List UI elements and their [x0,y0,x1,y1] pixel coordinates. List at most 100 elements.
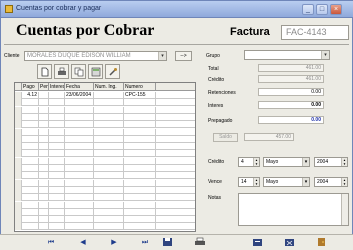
table-cell[interactable] [124,106,156,114]
table-cell[interactable] [124,128,156,136]
table-cell[interactable] [22,208,39,216]
table-cell[interactable] [39,113,49,121]
table-cell[interactable] [94,113,124,121]
table-cell[interactable] [94,223,124,231]
calculator-button[interactable] [88,64,103,79]
table-cell[interactable] [94,150,124,158]
table-cell[interactable] [22,172,39,180]
table-cell[interactable] [22,157,39,165]
table-cell[interactable] [124,186,156,194]
table-cell[interactable] [49,157,65,165]
table-cell[interactable] [124,121,156,129]
table-cell[interactable] [49,165,65,172]
first-record-icon[interactable]: ⏮ [43,237,59,249]
new-document-button[interactable] [37,64,52,79]
table-cell[interactable] [39,128,49,136]
table-cell[interactable] [49,99,65,107]
table-row[interactable] [15,208,195,216]
row-selector[interactable] [15,186,22,194]
table-cell[interactable] [65,208,94,216]
table-cell[interactable] [49,194,65,202]
table-cell[interactable] [39,106,49,114]
table-cell[interactable] [124,113,156,121]
table-cell[interactable] [49,121,65,129]
saldo-button[interactable]: Saldo [213,133,238,142]
last-record-icon[interactable]: ⏭ [137,237,153,249]
minimize-button[interactable]: _ [302,4,314,15]
table-cell[interactable] [65,143,94,151]
table-cell[interactable] [94,121,124,129]
table-row[interactable] [15,186,195,194]
table-cell[interactable] [39,201,49,209]
table-cell[interactable] [22,121,39,129]
table-cell[interactable] [65,150,94,158]
table-cell[interactable] [65,172,94,180]
table-cell[interactable] [49,223,65,231]
row-selector[interactable] [15,208,22,216]
table-cell[interactable] [124,223,156,231]
table-cell[interactable] [39,208,49,216]
table-cell[interactable] [22,128,39,136]
table-cell[interactable] [65,106,94,114]
row-selector[interactable] [15,157,22,165]
vence-day-spinner[interactable]: 14 ▲ ▼ [238,177,260,187]
table-cell[interactable] [49,92,65,99]
table-cell[interactable] [124,172,156,180]
table-row[interactable] [15,135,195,143]
table-cell[interactable] [65,194,94,202]
close-form-button[interactable] [314,237,330,249]
table-row[interactable] [15,223,195,231]
row-selector[interactable] [15,106,22,114]
credito-year-spinner[interactable]: 2004 ▲ ▼ [314,157,348,167]
table-cell[interactable] [22,150,39,158]
table-cell[interactable] [22,216,39,224]
table-cell[interactable] [22,106,39,114]
table-row[interactable] [15,113,195,121]
table-cell[interactable] [49,135,65,143]
table-cell[interactable] [65,165,94,172]
table-cell[interactable] [39,223,49,231]
table-row[interactable] [15,143,195,151]
credito-day-spinner[interactable]: 4 ▲ ▼ [238,157,260,167]
notas-textarea[interactable] [238,193,349,226]
table-cell[interactable] [39,165,49,172]
table-cell[interactable] [39,150,49,158]
row-selector[interactable] [15,223,22,231]
table-cell[interactable] [94,216,124,224]
table-cell[interactable] [124,99,156,107]
table-cell[interactable] [39,99,49,107]
column-header[interactable]: Num. Ing. [94,83,124,91]
table-cell[interactable] [65,113,94,121]
row-selector[interactable] [15,92,22,99]
table-cell[interactable] [39,172,49,180]
row-selector[interactable] [15,172,22,180]
table-cell[interactable] [22,194,39,202]
table-cell[interactable] [65,186,94,194]
table-row[interactable] [15,179,195,187]
table-cell[interactable] [22,223,39,231]
row-selector[interactable] [15,128,22,136]
save-record-button[interactable] [160,237,176,249]
table-cell[interactable] [124,194,156,202]
table-cell[interactable] [49,216,65,224]
table-row[interactable] [15,99,195,107]
row-selector[interactable] [15,99,22,107]
row-selector[interactable] [15,150,22,158]
chevron-down-icon[interactable]: ▾ [321,51,329,59]
table-cell[interactable] [49,150,65,158]
table-cell[interactable] [94,135,124,143]
table-cell[interactable] [124,165,156,172]
table-cell[interactable] [94,157,124,165]
row-selector[interactable] [15,143,22,151]
close-button[interactable]: × [330,4,342,15]
next-record-icon[interactable]: ▶ [106,237,122,249]
table-row[interactable] [15,106,195,114]
table-cell[interactable] [39,194,49,202]
table-row[interactable] [15,201,195,209]
table-cell[interactable] [39,92,49,99]
chevron-down-icon[interactable]: ▾ [302,178,309,186]
table-cell[interactable] [22,99,39,107]
column-header[interactable]: Fecha [65,83,94,91]
table-row[interactable]: 4.12 23/06/2004 CPC-155 [15,92,195,99]
table-cell[interactable]: 23/06/2004 [65,92,94,99]
